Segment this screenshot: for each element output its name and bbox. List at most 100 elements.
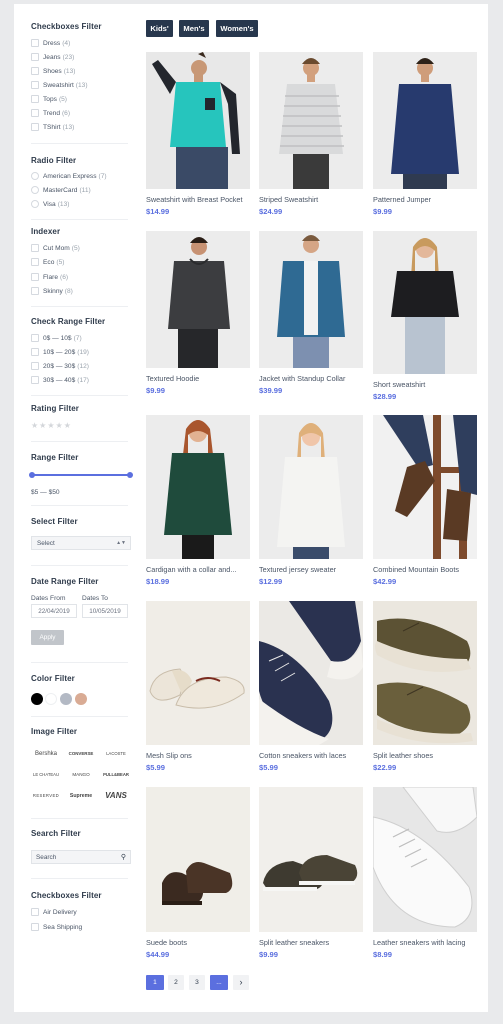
indexer-option-cut-mom[interactable]: Cut Mom (5) — [31, 244, 80, 252]
olive-shoes-image[interactable] — [373, 601, 477, 745]
product-card[interactable]: Suede boots $44.99 — [146, 787, 250, 959]
apply-button[interactable]: Apply — [31, 630, 64, 645]
tag-mens[interactable]: Men's — [179, 20, 209, 37]
product-card[interactable]: Cardigan with a collar and... $18.99 — [146, 415, 250, 586]
checkbox[interactable] — [31, 81, 39, 89]
product-card[interactable]: Combined Mountain Boots $42.99 — [373, 415, 477, 586]
checkbox[interactable] — [31, 53, 39, 61]
check-range-option-0-10[interactable]: 0$ — 10$ (7) — [31, 334, 82, 342]
radio-option-mastercard[interactable]: MasterCard (11) — [31, 186, 91, 194]
indexer-option-skinny[interactable]: Skinny (8) — [31, 287, 73, 295]
pagination-page-1[interactable]: 1 — [146, 975, 164, 990]
radio-button[interactable] — [31, 172, 39, 180]
check-range-option-20-30[interactable]: 20$ — 30$ (12) — [31, 362, 89, 370]
product-card[interactable]: Striped Sweatshirt $24.99 — [259, 52, 363, 216]
checkbox[interactable] — [31, 258, 39, 266]
product-card[interactable]: Jacket with Standup Collar $39.99 — [259, 231, 363, 395]
checkbox[interactable] — [31, 123, 39, 131]
brand-logo-bershka[interactable]: Bershka — [31, 751, 61, 757]
brand-logo-vans[interactable]: VANS — [101, 791, 131, 800]
suede-boots-image[interactable] — [146, 787, 250, 932]
product-name[interactable]: Short sweatshirt — [373, 380, 477, 389]
checkbox[interactable] — [31, 334, 39, 342]
radio-button[interactable] — [31, 186, 39, 194]
checkbox-option-trend[interactable]: Trend (6) — [31, 109, 70, 117]
slip-ons-image[interactable] — [146, 601, 250, 745]
grey-hoodie-image[interactable] — [146, 231, 250, 368]
black-sweatshirt-image[interactable] — [373, 231, 477, 374]
radio-option-amex[interactable]: American Express (7) — [31, 172, 107, 180]
date-to-input[interactable]: 10/05/2019 — [82, 604, 128, 618]
product-card[interactable]: Split leather sneakers $9.99 — [259, 787, 363, 959]
leather-sneakers-image[interactable] — [259, 787, 363, 932]
product-name[interactable]: Leather sneakers with lacing — [373, 938, 477, 947]
green-cardigan-image[interactable] — [146, 415, 250, 559]
range-handle-max[interactable] — [127, 472, 133, 478]
select-dropdown[interactable]: Select ▲▼ — [31, 536, 131, 550]
brand-logo-supreme[interactable]: Supreme — [66, 793, 96, 799]
color-swatch-grey[interactable] — [60, 693, 72, 705]
product-card[interactable]: Patterned Jumper $9.99 — [373, 52, 477, 216]
tag-womens[interactable]: Women's — [216, 20, 258, 37]
radio-button[interactable] — [31, 200, 39, 208]
striped-sweatshirt-image[interactable] — [259, 52, 363, 189]
range-handle-min[interactable] — [29, 472, 35, 478]
product-name[interactable]: Combined Mountain Boots — [373, 565, 477, 574]
tag-kids[interactable]: Kids' — [146, 20, 173, 37]
blue-jacket-image[interactable] — [259, 231, 363, 368]
product-name[interactable]: Split leather shoes — [373, 751, 477, 760]
radio-option-visa[interactable]: Visa (13) — [31, 200, 69, 208]
product-name[interactable]: Cotton sneakers with laces — [259, 751, 363, 760]
checkbox[interactable] — [31, 362, 39, 370]
checkbox[interactable] — [31, 348, 39, 356]
product-name[interactable]: Sweatshirt with Breast Pocket — [146, 195, 250, 204]
brand-logo-reserved[interactable]: RESERVED — [31, 793, 61, 798]
brand-logo-lacoste[interactable]: LACOSTE — [101, 751, 131, 756]
color-swatch-beige[interactable] — [75, 693, 87, 705]
teal-sweatshirt-image[interactable] — [146, 52, 250, 189]
rating-stars[interactable]: ★★★★★ — [31, 421, 72, 430]
pagination-ellipsis[interactable]: ... — [210, 975, 228, 990]
product-card[interactable]: Cotton sneakers with laces $5.99 — [259, 601, 363, 772]
checkbox[interactable] — [31, 287, 39, 295]
checkbox[interactable] — [31, 923, 39, 931]
product-card[interactable]: Sweatshirt with Breast Pocket $14.99 — [146, 52, 250, 216]
checkbox-option-sea-shipping[interactable]: Sea Shipping — [31, 923, 82, 931]
checkbox-option-air-delivery[interactable]: Air Delivery — [31, 908, 77, 916]
product-card[interactable]: Mesh Slip ons $5.99 — [146, 601, 250, 772]
product-card[interactable]: Leather sneakers with lacing $8.99 — [373, 787, 477, 959]
product-name[interactable]: Cardigan with a collar and... — [146, 565, 250, 574]
product-name[interactable]: Jacket with Standup Collar — [259, 374, 363, 383]
product-card[interactable]: Short sweatshirt $28.99 — [373, 231, 477, 401]
checkbox[interactable] — [31, 273, 39, 281]
white-sweater-image[interactable] — [259, 415, 363, 559]
white-sneakers-image[interactable] — [373, 787, 477, 932]
brand-logo-converse[interactable]: CONVERSE — [66, 751, 96, 756]
brand-logo-pull-and-bear[interactable]: PULL&BEAR — [101, 772, 131, 777]
product-card[interactable]: Textured jersey sweater $12.99 — [259, 415, 363, 586]
product-card[interactable]: Textured Hoodie $9.99 — [146, 231, 250, 395]
pagination-page-3[interactable]: 3 — [189, 975, 205, 990]
brown-boots-image[interactable] — [373, 415, 477, 559]
search-icon[interactable]: ⚲ — [121, 853, 126, 861]
check-range-option-30-40[interactable]: 30$ — 40$ (17) — [31, 376, 89, 384]
product-name[interactable]: Textured Hoodie — [146, 374, 250, 383]
checkbox[interactable] — [31, 376, 39, 384]
checkbox[interactable] — [31, 109, 39, 117]
checkbox-option-jeans[interactable]: Jeans (23) — [31, 53, 74, 61]
product-card[interactable]: Split leather shoes $22.99 — [373, 601, 477, 772]
date-from-input[interactable]: 22/04/2019 — [31, 604, 77, 618]
checkbox[interactable] — [31, 39, 39, 47]
checkbox-option-sweatshirt[interactable]: Sweatshirt (13) — [31, 81, 88, 89]
product-name[interactable]: Mesh Slip ons — [146, 751, 250, 760]
checkbox[interactable] — [31, 244, 39, 252]
checkbox[interactable] — [31, 95, 39, 103]
search-input[interactable]: Search ⚲ — [31, 850, 131, 864]
navy-sneakers-image[interactable] — [259, 601, 363, 745]
brand-logo-le-chateau[interactable]: LE CHATEAU — [31, 772, 61, 777]
checkbox-option-tshirt[interactable]: TShirt (13) — [31, 123, 74, 131]
checkbox-option-tops[interactable]: Tops (5) — [31, 95, 67, 103]
product-name[interactable]: Textured jersey sweater — [259, 565, 363, 574]
checkbox-option-shoes[interactable]: Shoes (13) — [31, 67, 75, 75]
navy-jumper-image[interactable] — [373, 52, 477, 189]
